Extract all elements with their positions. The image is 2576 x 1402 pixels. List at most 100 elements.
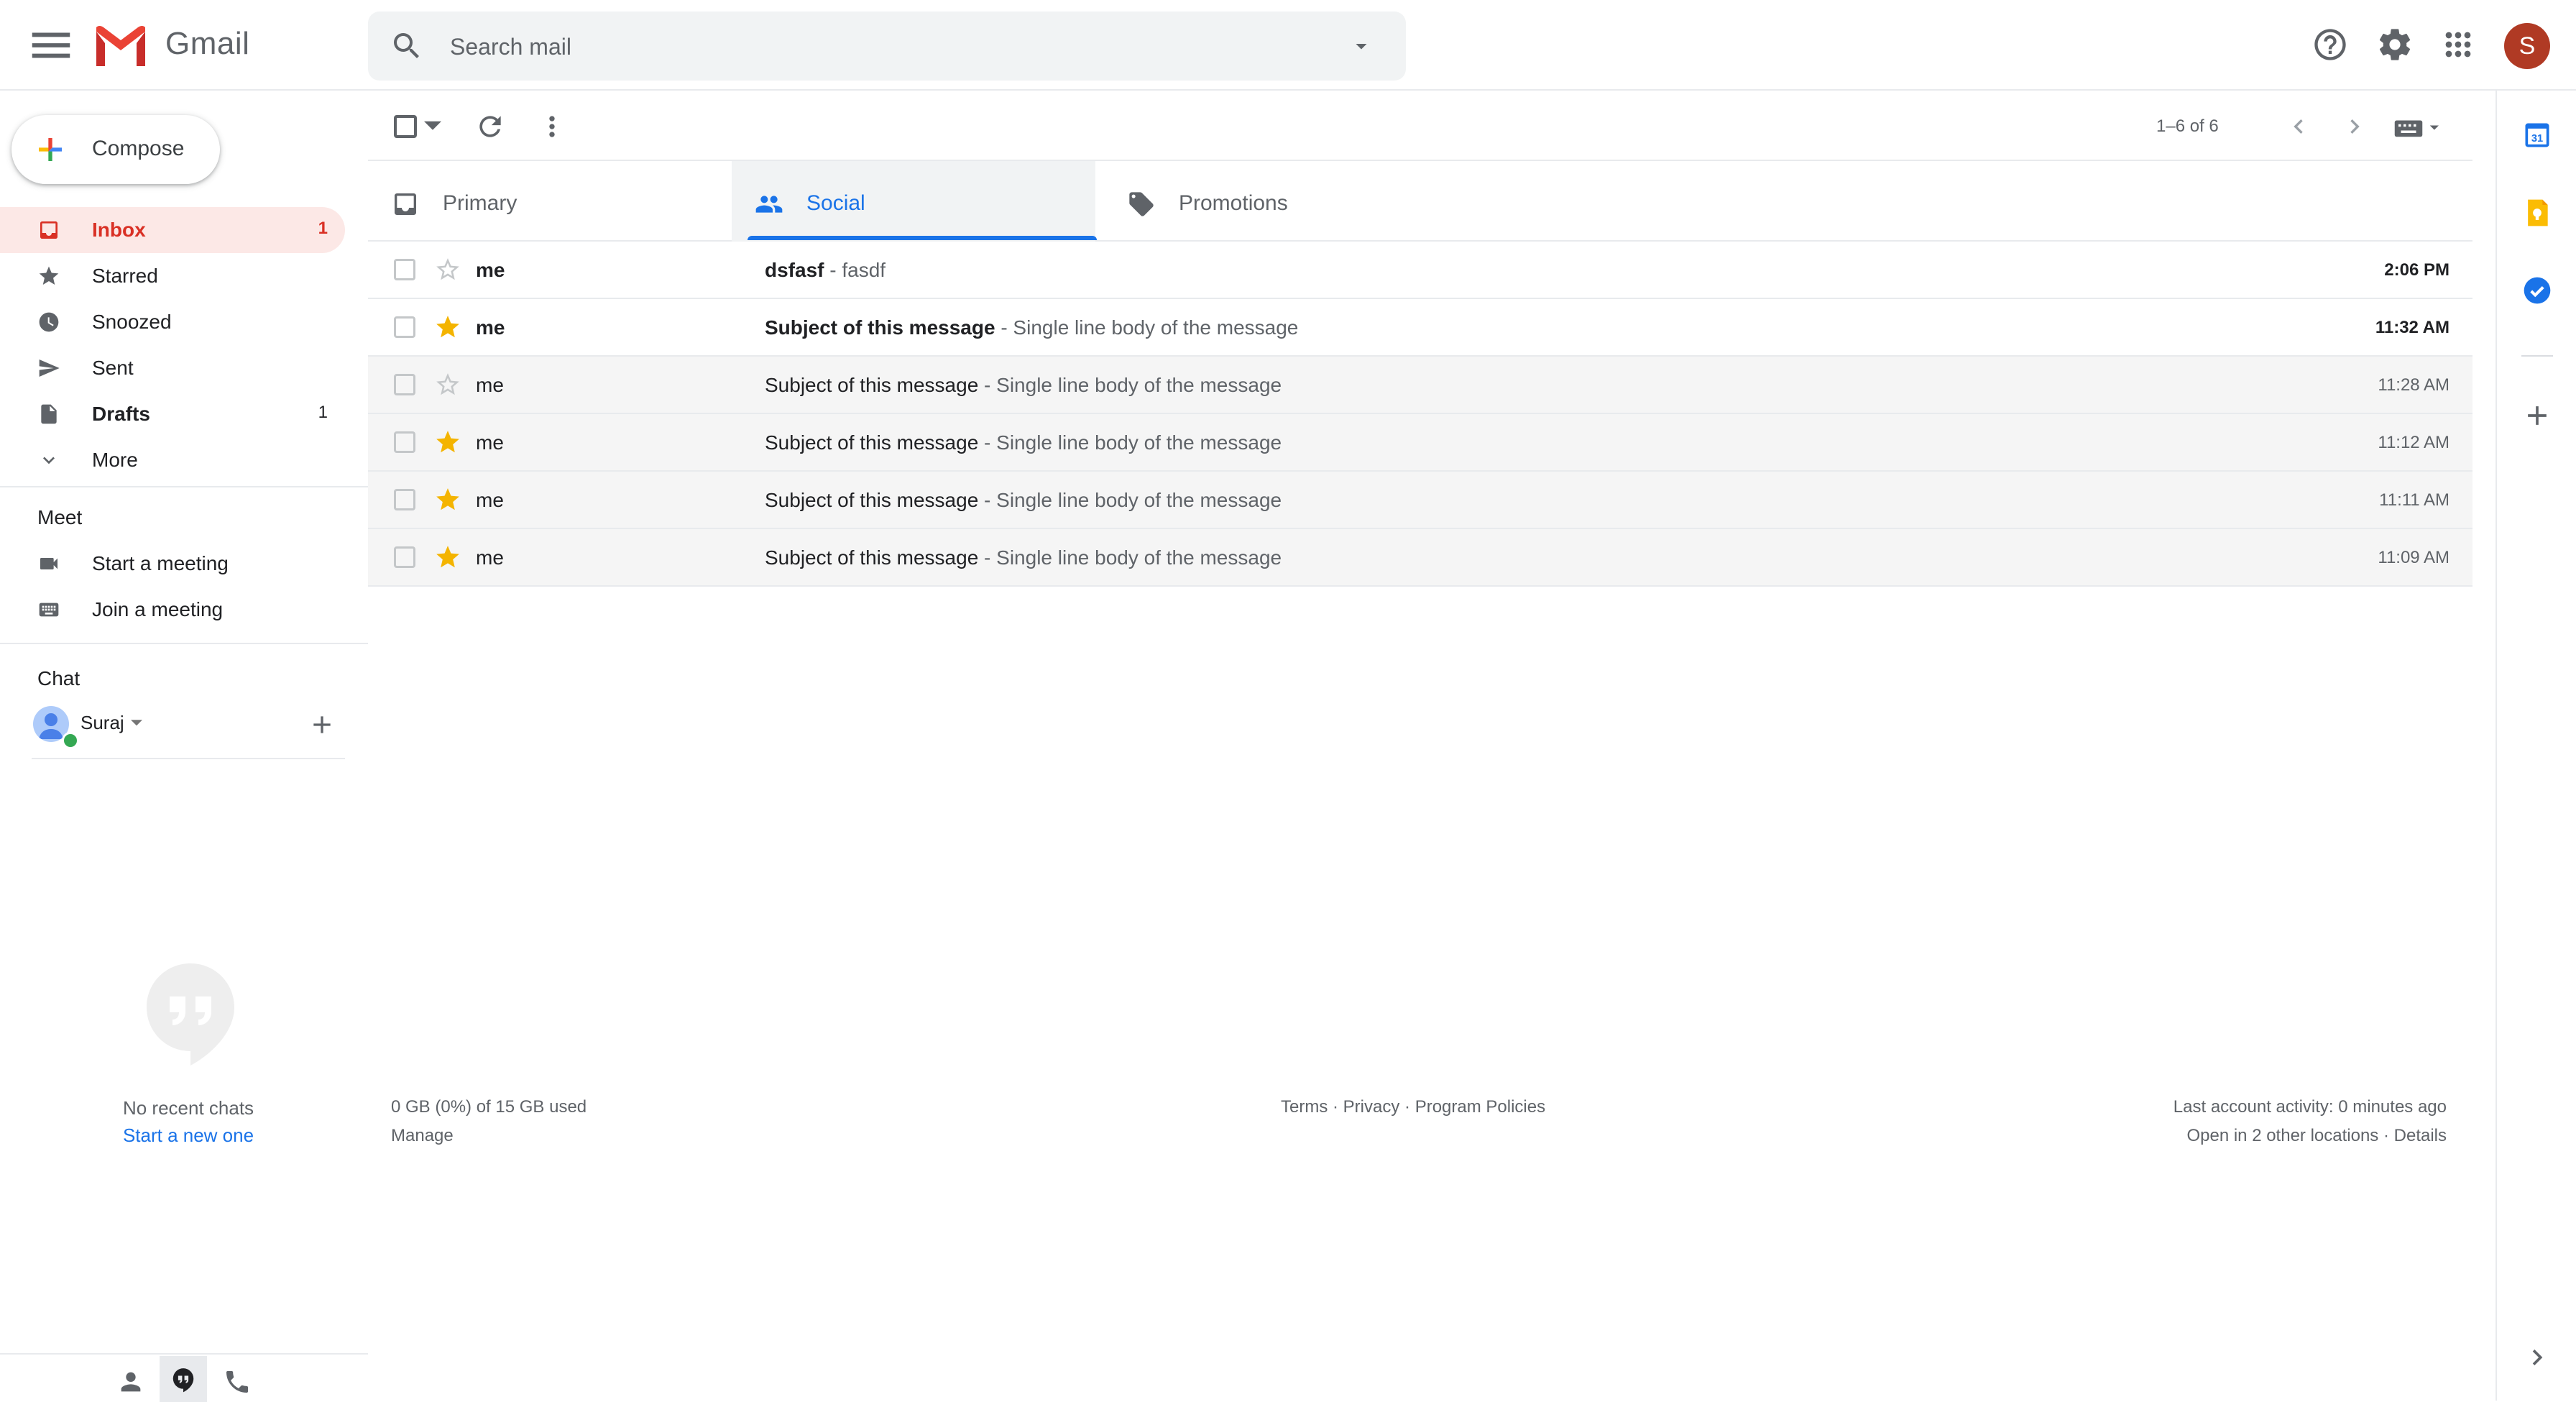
row-checkbox[interactable] — [394, 316, 415, 338]
search-icon[interactable] — [390, 29, 424, 63]
plus-icon — [313, 716, 331, 733]
star-filled-icon[interactable] — [434, 429, 461, 456]
search-input[interactable] — [448, 12, 1242, 82]
sidebar-item-more[interactable]: More — [0, 437, 345, 483]
star-filled-icon[interactable] — [434, 313, 461, 341]
row-checkbox[interactable] — [394, 546, 415, 568]
tasks-icon[interactable] — [2521, 275, 2553, 306]
chat-user-name[interactable]: Suraj — [80, 712, 124, 734]
gear-icon — [2379, 29, 2411, 60]
tab-label: Social — [806, 191, 865, 215]
star-outline-icon[interactable] — [434, 371, 461, 398]
other-locations-text: Open in 2 other locations — [2186, 1126, 2379, 1145]
tab-label: Promotions — [1179, 191, 1288, 215]
details-link[interactable]: Details — [2394, 1126, 2447, 1145]
start-new-chat-link[interactable]: Start a new one — [0, 1124, 377, 1147]
message-time: 2:06 PM — [2384, 260, 2450, 280]
start-meeting-label: Start a meeting — [92, 552, 229, 574]
help-button[interactable] — [2312, 26, 2349, 63]
message-row[interactable]: me Subject of this message - Single line … — [368, 529, 2472, 587]
manage-storage-link[interactable]: Manage — [391, 1126, 454, 1146]
storage-usage: 0 GB (0%) of 15 GB used — [391, 1097, 587, 1117]
phone-icon[interactable] — [223, 1367, 252, 1396]
tab-primary[interactable]: Primary — [368, 161, 732, 242]
message-row[interactable]: me Subject of this message - Single line … — [368, 414, 2472, 472]
more-vert-icon — [549, 116, 555, 137]
unread-count: 1 — [318, 219, 328, 238]
message-row[interactable]: me Subject of this message - Single line … — [368, 357, 2472, 414]
get-addons-button[interactable] — [2521, 400, 2553, 431]
row-checkbox[interactable] — [394, 431, 415, 453]
message-subject: dsfasf — [765, 259, 824, 281]
compose-label: Compose — [92, 137, 185, 160]
show-side-panel-button[interactable] — [2521, 1342, 2553, 1373]
sidebar-item-sent[interactable]: Sent — [0, 345, 345, 391]
message-snippet: - Single line body of the message — [978, 546, 1282, 569]
next-page-button[interactable] — [2340, 112, 2369, 141]
input-tools-button[interactable] — [2393, 115, 2444, 141]
search-options-button[interactable] — [1348, 33, 1374, 59]
star-outline-icon[interactable] — [434, 256, 461, 283]
plus-icon — [2528, 406, 2547, 425]
sidebar-item-starred[interactable]: Starred — [0, 253, 345, 299]
star-filled-icon[interactable] — [434, 486, 461, 513]
message-subject: Subject of this message — [765, 316, 995, 339]
row-checkbox[interactable] — [394, 259, 415, 280]
account-avatar[interactable]: S — [2504, 23, 2550, 69]
refresh-button[interactable] — [474, 111, 506, 142]
message-snippet: - Single line body of the message — [995, 316, 1299, 339]
start-meeting-item[interactable]: Start a meeting — [0, 541, 345, 587]
sidebar-item-label: More — [92, 449, 138, 471]
join-meeting-item[interactable]: Join a meeting — [0, 587, 345, 633]
sidebar-item-label: Snoozed — [92, 311, 172, 333]
message-time: 11:12 AM — [2378, 433, 2450, 452]
sidebar-divider — [0, 486, 368, 487]
row-checkbox[interactable] — [394, 489, 415, 510]
row-checkbox[interactable] — [394, 374, 415, 395]
contacts-icon[interactable] — [116, 1367, 145, 1396]
google-apps-button[interactable] — [2439, 26, 2477, 63]
message-row[interactable]: me dsfasf - fasdf 2:06 PM — [368, 242, 2472, 299]
sidebar-item-drafts[interactable]: Drafts 1 — [0, 391, 345, 437]
compose-button[interactable]: Compose — [12, 115, 220, 184]
message-sender: me — [476, 489, 504, 511]
side-panel-divider — [2521, 355, 2553, 357]
more-options-button[interactable] — [536, 111, 568, 142]
select-all-checkbox[interactable] — [394, 115, 417, 138]
message-time: 11:11 AM — [2379, 490, 2450, 510]
keep-icon[interactable] — [2521, 197, 2553, 229]
calendar-icon[interactable]: 31 — [2521, 119, 2553, 151]
message-subject: Subject of this message — [765, 489, 979, 511]
privacy-link[interactable]: Privacy — [1343, 1097, 1400, 1117]
message-snippet: - fasdf — [824, 259, 886, 281]
terms-link[interactable]: Terms — [1281, 1097, 1328, 1117]
new-chat-button[interactable] — [308, 710, 336, 739]
chat-bottom-bar — [0, 1353, 368, 1402]
main-menu-button[interactable] — [26, 20, 76, 70]
star-icon — [37, 265, 60, 288]
sidebar-divider — [0, 643, 368, 644]
category-tabs: Primary Social Promotions — [368, 160, 2472, 242]
message-subject-line: Subject of this message - Single line bo… — [765, 489, 1282, 512]
sidebar-item-snoozed[interactable]: Snoozed — [0, 299, 345, 345]
apps-grid-icon — [2445, 32, 2471, 58]
tab-promotions[interactable]: Promotions — [1095, 161, 1459, 242]
gmail-logo-icon[interactable] — [92, 24, 150, 68]
program-policies-link[interactable]: Program Policies — [1415, 1097, 1545, 1117]
settings-button[interactable] — [2376, 26, 2414, 63]
message-sender: me — [476, 316, 505, 339]
message-subject-line: Subject of this message - Single line bo… — [765, 316, 1298, 339]
message-row[interactable]: me Subject of this message - Single line … — [368, 299, 2472, 357]
caret-down-icon[interactable] — [131, 719, 142, 728]
hangouts-tab[interactable] — [160, 1356, 207, 1402]
tab-social[interactable]: Social — [732, 161, 1097, 242]
previous-page-button[interactable] — [2284, 112, 2313, 141]
sidebar-item-inbox[interactable]: Inbox 1 — [0, 207, 345, 253]
message-row[interactable]: me Subject of this message - Single line … — [368, 472, 2472, 529]
search-bar[interactable] — [368, 12, 1406, 82]
message-sender: me — [476, 259, 505, 281]
caret-down-icon[interactable] — [424, 121, 441, 132]
star-filled-icon[interactable] — [434, 544, 461, 571]
tag-icon — [1127, 190, 1156, 219]
hangouts-bubble-icon — [144, 961, 237, 1068]
